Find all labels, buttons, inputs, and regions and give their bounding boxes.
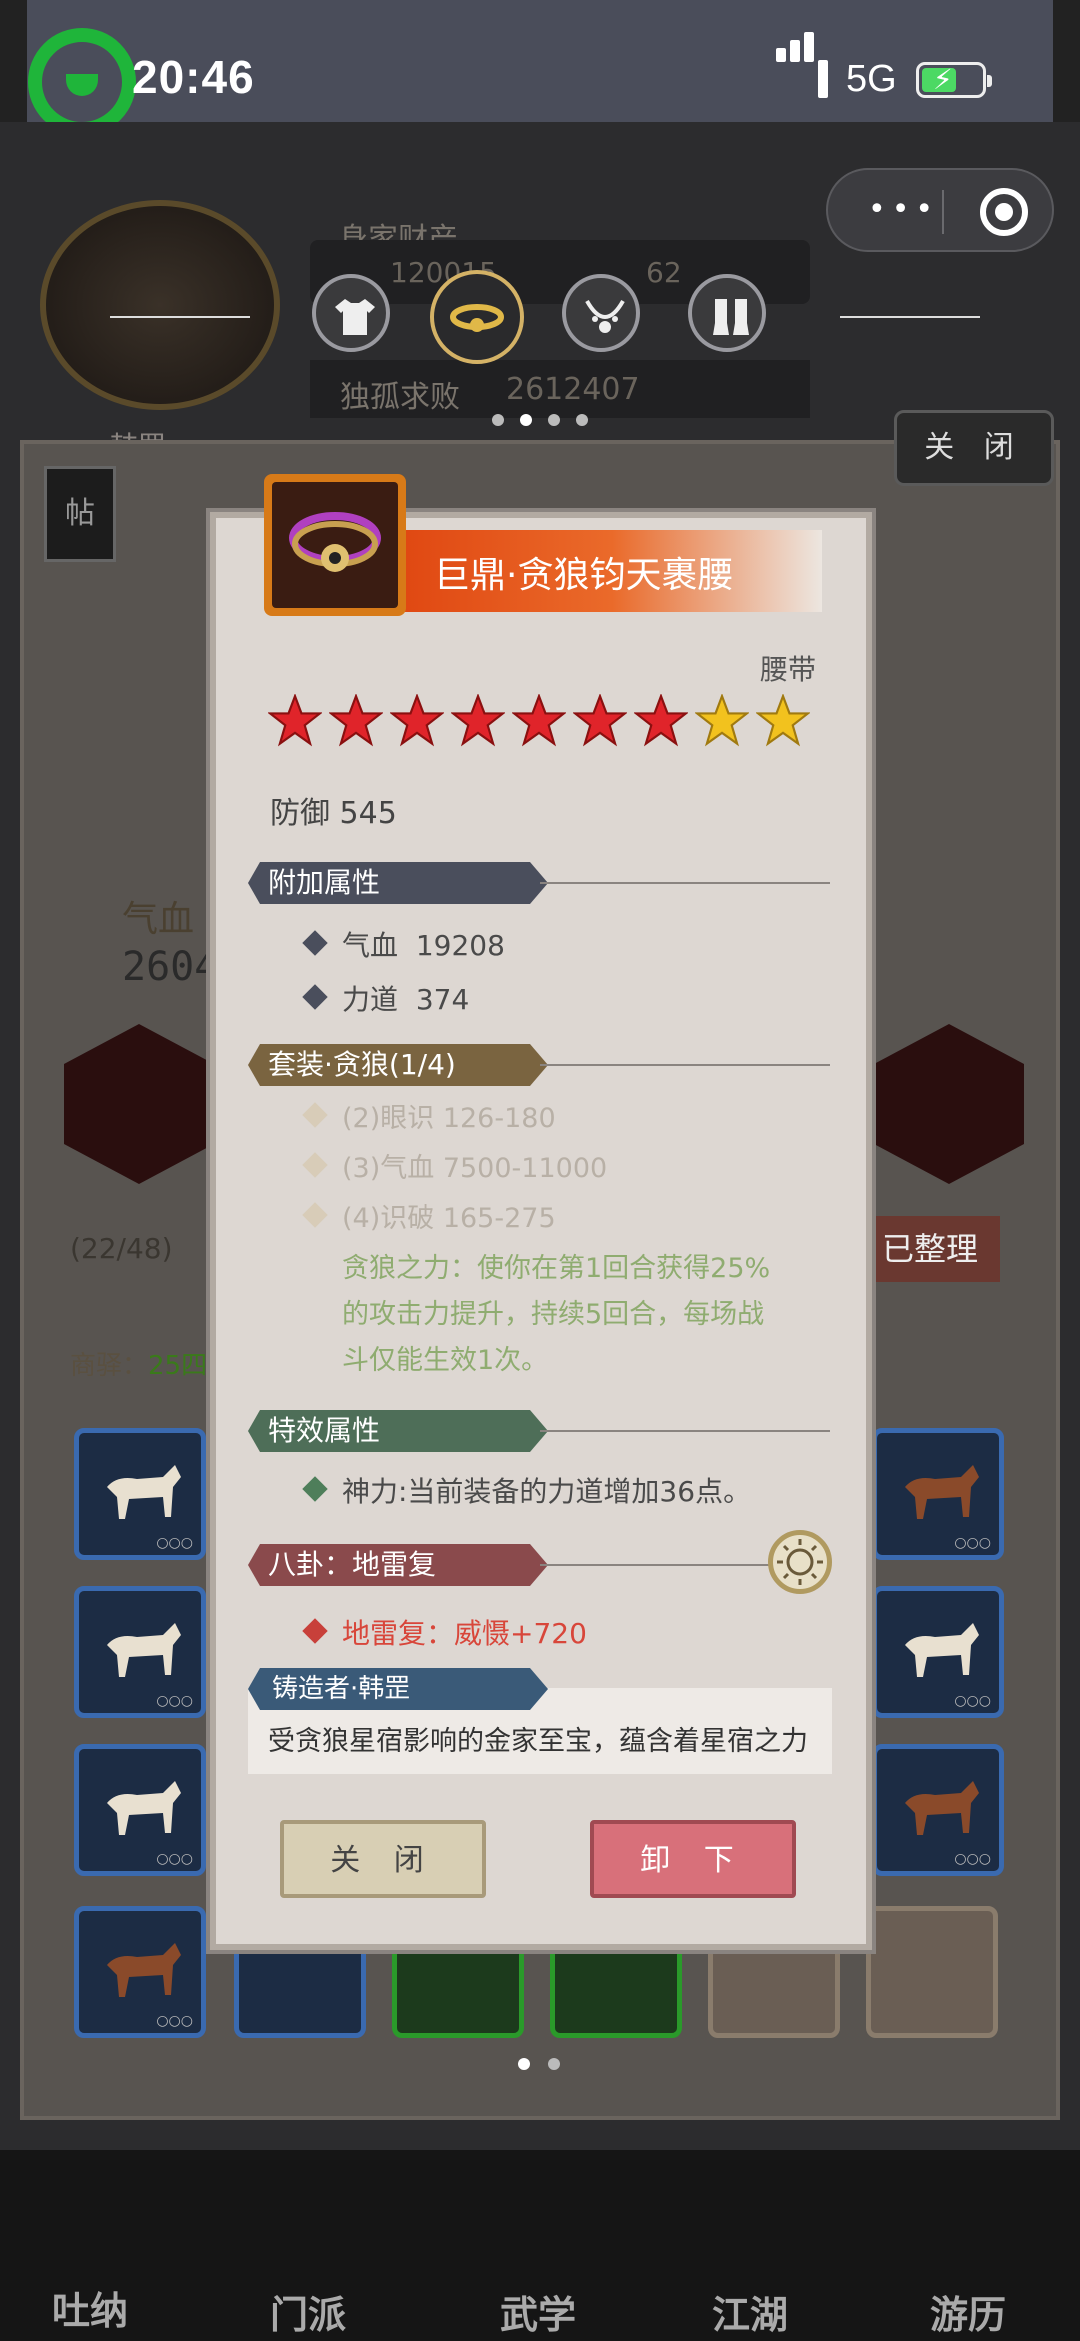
necklace-slot-icon[interactable] (562, 274, 640, 352)
page-dot (492, 414, 504, 426)
horse-item[interactable]: ○○○ (74, 1428, 206, 1560)
attr-value: 374 (415, 983, 470, 1016)
forger-text-clip: 受贪狼星宿影响的金家至宝，蕴含着星宿之力 (248, 1712, 832, 1774)
attr-value: 19208 (415, 929, 505, 962)
post-button[interactable]: 帖 (44, 466, 116, 562)
station-label: 商驿：25四 (70, 1345, 207, 1382)
set-attr-3: (3)气血 7500-11000 (342, 1153, 608, 1184)
red-star-icon (390, 694, 444, 747)
gold-star-icon (756, 694, 810, 747)
horse-item[interactable]: ○○○ (74, 1744, 206, 1876)
set-bonus-desc-3: 斗仅能生效1次。 (342, 1345, 549, 1376)
extra-attr-hp: 气血 19208 (342, 924, 505, 964)
special-header: 特效属性 (248, 1410, 548, 1452)
item-type: 腰带 (760, 653, 817, 686)
more-icon[interactable]: ••• (868, 195, 939, 225)
status-time: 20:46 (132, 51, 255, 103)
page-dot (576, 414, 588, 426)
avatar[interactable] (40, 200, 280, 410)
grid-page-dot-active (518, 2058, 530, 2070)
set-attr-4: (4)识破 165-275 (342, 1203, 556, 1234)
red-star-icon (329, 694, 383, 747)
horse-item[interactable]: ○○○ (872, 1428, 1004, 1560)
nav-menpai[interactable]: 门派 (270, 2284, 346, 2339)
boots-slot-icon[interactable] (688, 274, 766, 352)
extra-attr-strength: 力道 374 (342, 978, 469, 1018)
nav-wuxue[interactable]: 武学 (500, 2284, 576, 2339)
red-star-icon (451, 694, 505, 747)
page-dot (548, 414, 560, 426)
divider (540, 1564, 770, 1566)
divider (840, 316, 980, 318)
hp-label: 气血 (122, 899, 195, 940)
horse-item[interactable]: ○○○ (74, 1906, 206, 2038)
network-type: 5G (846, 58, 897, 100)
bagua-header: 八卦：地雷复 (248, 1544, 548, 1586)
close-button[interactable]: 关 闭 (280, 1820, 486, 1898)
battery-icon: ⚡ (916, 62, 992, 98)
unequip-button[interactable]: 卸 下 (590, 1820, 796, 1898)
empty-slot[interactable] (866, 1906, 998, 2038)
nav-tuna[interactable]: 吐纳 (52, 2280, 128, 2335)
set-attr-2: (2)眼识 126-180 (342, 1103, 556, 1134)
station-value: 25四 (148, 1351, 208, 1381)
divider (540, 882, 830, 884)
red-star-icon (634, 694, 688, 747)
forger-header: 铸造者·韩罡 (248, 1668, 548, 1710)
attr-name: 力道 (342, 983, 399, 1016)
item-name: 巨鼎·贪狼钧天裹腰 (434, 555, 734, 596)
sort-button[interactable]: 已整理 (860, 1216, 1000, 1282)
special-attr: 神力:当前装备的力道增加36点。 (342, 1475, 752, 1508)
rank-score: 2612407 (506, 372, 640, 407)
red-star-icon (268, 694, 322, 747)
panel-close-button[interactable]: 关 闭 (894, 410, 1054, 486)
bagua-attr: 地雷复：威慑+720 (342, 1617, 587, 1650)
divider (540, 1064, 830, 1066)
hp-value: 2604 (122, 944, 219, 990)
forger-text: 受贪狼星宿影响的金家至宝，蕴含着星宿之力 (268, 1726, 808, 1757)
red-star-icon (512, 694, 566, 747)
set-header: 套装·贪狼(1/4) (248, 1044, 548, 1086)
nav-youli[interactable]: 游历 (930, 2284, 1006, 2339)
divider (540, 1430, 830, 1432)
station-label-text: 商驿： (70, 1351, 149, 1381)
belt-slot-icon[interactable] (430, 270, 524, 364)
page-dot-active (520, 414, 532, 426)
armor-slot-icon[interactable] (312, 274, 390, 352)
screen-recording-icon[interactable] (28, 28, 136, 136)
defense-stat: 防御 545 (270, 796, 397, 831)
red-star-icon (573, 694, 627, 747)
nav-jianghu[interactable]: 江湖 (712, 2284, 788, 2339)
jade-amount: 62 (646, 256, 682, 289)
horse-item[interactable]: ○○○ (872, 1744, 1004, 1876)
gold-star-icon (695, 694, 749, 747)
mini-program-capsule[interactable]: ••• (826, 168, 1054, 252)
grid-page-dot (548, 2058, 560, 2070)
bagua-icon[interactable] (768, 1530, 832, 1594)
set-bonus-desc-1: 贪狼之力：使你在第1回合获得25% (342, 1253, 771, 1284)
set-bonus-desc-2: 的攻击力提升，持续5回合，每场战 (342, 1299, 765, 1330)
horse-item[interactable]: ○○○ (74, 1586, 206, 1718)
divider (110, 316, 250, 318)
rank-name: 独孤求败 (340, 380, 460, 415)
horse-item[interactable]: ○○○ (872, 1586, 1004, 1718)
attr-name: 气血 (342, 929, 399, 962)
belt-item-icon (264, 474, 406, 616)
close-program-icon[interactable] (980, 188, 1028, 236)
extra-attr-header: 附加属性 (248, 862, 548, 904)
bag-count: (22/48) (70, 1232, 173, 1265)
